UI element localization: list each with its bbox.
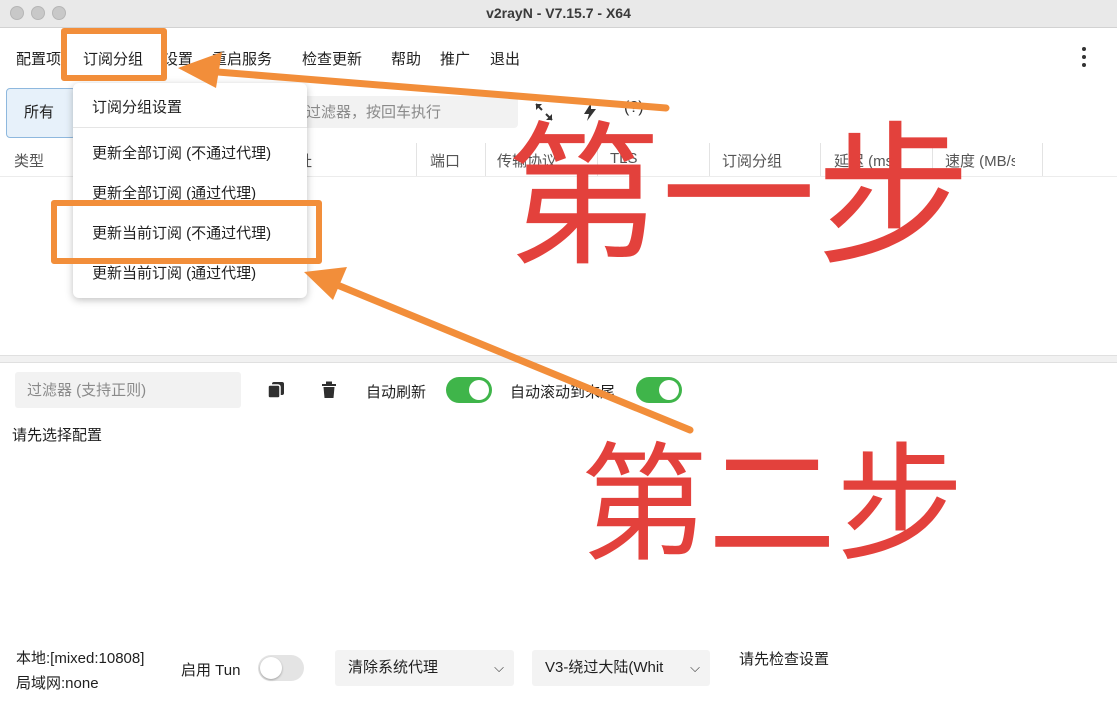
step1-annotation: 第一步 xyxy=(506,107,971,288)
step2-annotation: 第二步 xyxy=(580,431,965,580)
annotation-arrows xyxy=(178,52,694,434)
